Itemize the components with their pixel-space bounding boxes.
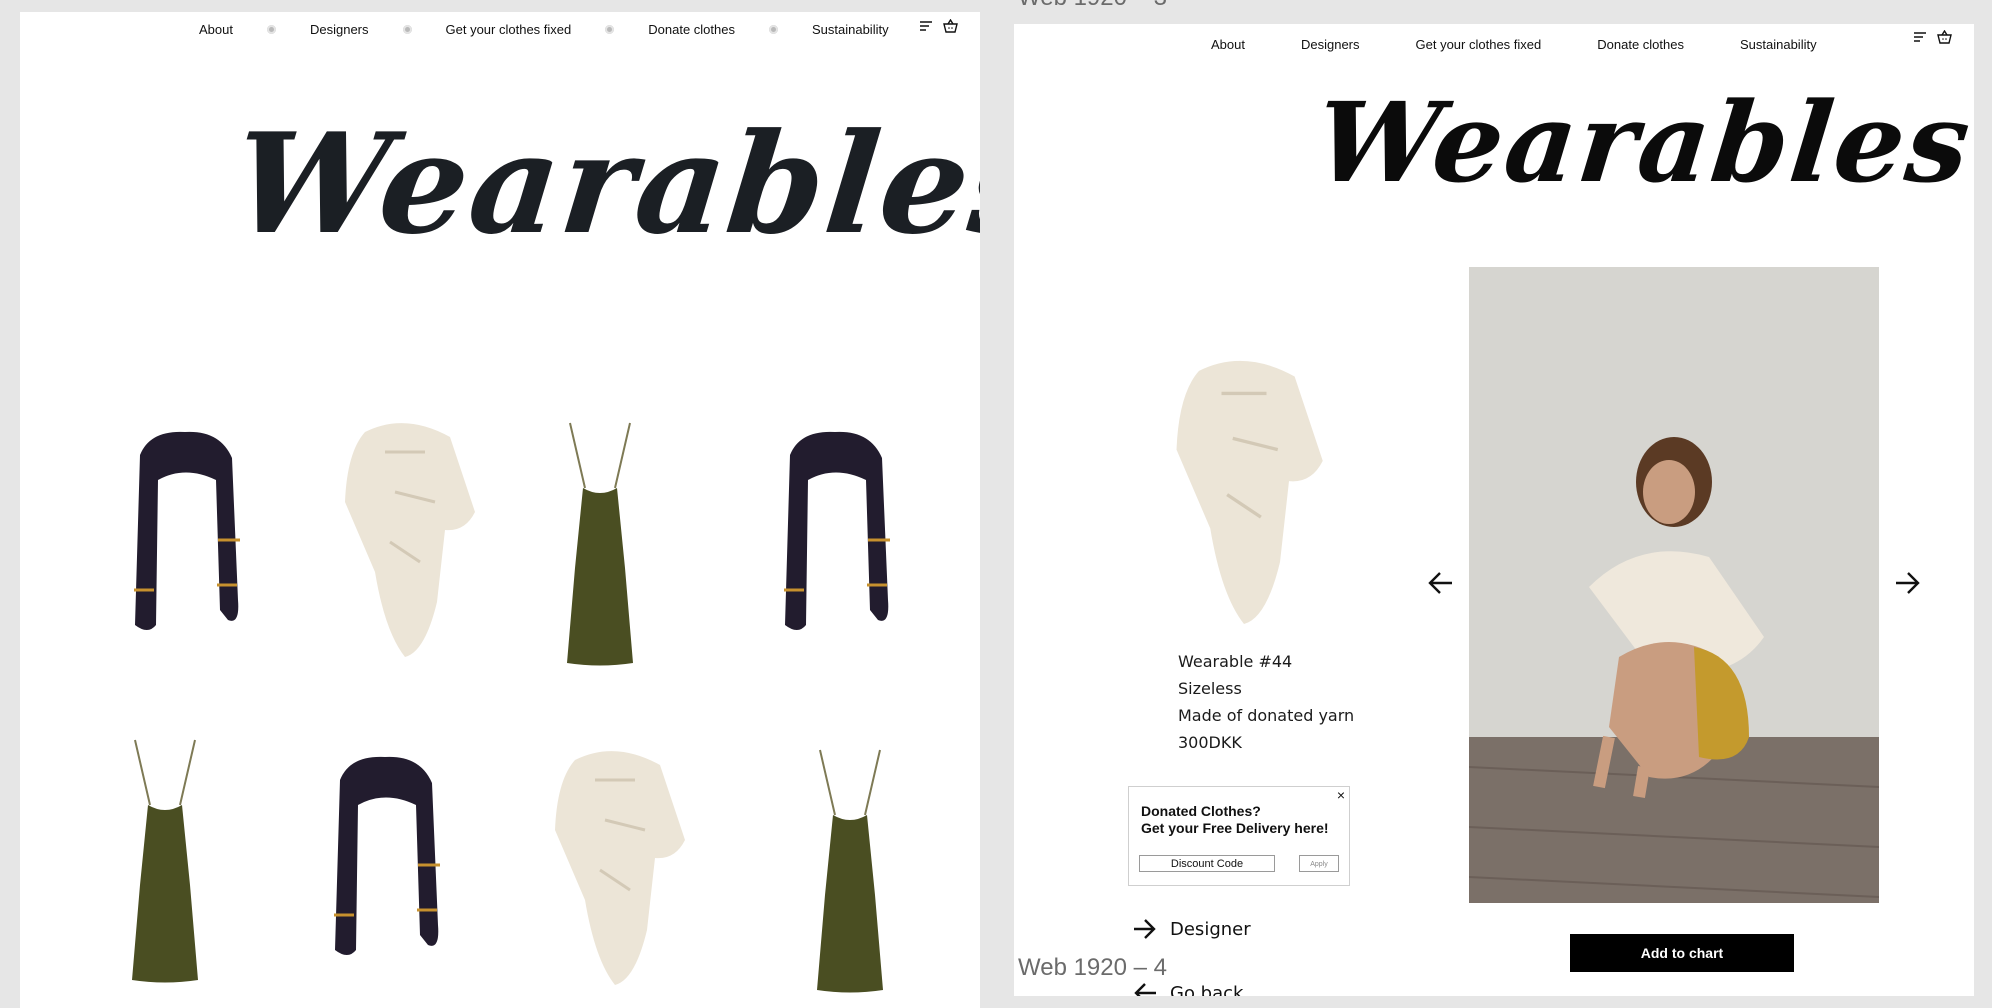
menu-icon[interactable] bbox=[919, 20, 933, 32]
product-size: Sizeless bbox=[1178, 679, 1242, 698]
nav-designers[interactable]: Designers bbox=[310, 22, 369, 37]
close-icon[interactable]: × bbox=[1337, 787, 1345, 803]
nav-about[interactable]: About bbox=[199, 22, 233, 37]
frame-label-bottom: Web 1920 – 4 bbox=[1018, 954, 1168, 981]
header-icons bbox=[1913, 30, 1952, 44]
designer-link-label: Designer bbox=[1170, 918, 1251, 940]
product-dress[interactable] bbox=[110, 735, 220, 985]
product-detail-frame: About Designers Get your clothes fixed D… bbox=[1014, 24, 1974, 996]
nav-donate[interactable]: Donate clothes bbox=[648, 22, 735, 37]
discount-code-input[interactable]: Discount Code bbox=[1139, 855, 1275, 872]
frame-label-top: Web 1920 – 3 bbox=[1018, 0, 1167, 10]
product-material: Made of donated yarn bbox=[1178, 706, 1355, 725]
apply-button[interactable]: Apply bbox=[1299, 855, 1339, 872]
basket-icon[interactable] bbox=[943, 19, 958, 33]
listing-page-frame: About Designers Get your clothes fixed D… bbox=[20, 12, 980, 1008]
nav-separator-dot bbox=[605, 25, 615, 34]
nav-separator-dot bbox=[768, 25, 778, 34]
popup-title-line2: Get your Free Delivery here! bbox=[1141, 820, 1329, 836]
menu-icon[interactable] bbox=[1913, 31, 1927, 43]
wearables-logo: Wearables bbox=[226, 102, 980, 265]
arrow-right-icon bbox=[1134, 919, 1156, 939]
model-photo bbox=[1469, 267, 1879, 903]
product-scarf[interactable] bbox=[770, 420, 900, 640]
popup-title-line1: Donated Clothes? bbox=[1141, 803, 1261, 819]
basket-icon[interactable] bbox=[1937, 30, 1952, 44]
top-navigation: About Designers Get your clothes fixed D… bbox=[199, 22, 889, 37]
go-back-link-label: Go back bbox=[1170, 982, 1244, 997]
add-to-cart-button[interactable]: Add to chart bbox=[1570, 934, 1794, 972]
product-name: Wearable #44 bbox=[1178, 652, 1293, 671]
top-navigation: About Designers Get your clothes fixed D… bbox=[1211, 37, 1873, 52]
product-dress[interactable] bbox=[795, 745, 905, 995]
popup-title: Donated Clothes? Get your Free Delivery … bbox=[1141, 803, 1329, 837]
product-scarf[interactable] bbox=[320, 745, 450, 965]
nav-clothes-fixed[interactable]: Get your clothes fixed bbox=[1416, 37, 1542, 52]
go-back-link[interactable]: Go back bbox=[1132, 982, 1243, 996]
nav-separator-dot bbox=[266, 25, 276, 34]
product-scarf[interactable] bbox=[120, 420, 250, 640]
discount-popup: × Donated Clothes? Get your Free Deliver… bbox=[1128, 786, 1350, 886]
nav-donate[interactable]: Donate clothes bbox=[1597, 37, 1684, 52]
wearables-logo: Wearables bbox=[1310, 78, 1974, 207]
product-dress[interactable] bbox=[545, 418, 655, 668]
next-arrow-icon[interactable] bbox=[1894, 570, 1922, 596]
product-price: 300DKK bbox=[1178, 733, 1242, 752]
nav-clothes-fixed[interactable]: Get your clothes fixed bbox=[446, 22, 572, 37]
product-knit-top[interactable] bbox=[325, 412, 485, 662]
header-icons bbox=[919, 19, 958, 33]
arrow-left-icon bbox=[1134, 983, 1156, 996]
prev-arrow-icon[interactable] bbox=[1426, 570, 1454, 596]
nav-sustainability[interactable]: Sustainability bbox=[812, 22, 889, 37]
product-knit-top[interactable] bbox=[535, 740, 695, 990]
product-thumbnail bbox=[1176, 360, 1323, 624]
nav-designers[interactable]: Designers bbox=[1301, 37, 1360, 52]
nav-sustainability[interactable]: Sustainability bbox=[1740, 37, 1817, 52]
designer-link[interactable]: Designer bbox=[1132, 918, 1251, 940]
product-info: Wearable #44 Sizeless Made of donated ya… bbox=[1178, 648, 1354, 756]
nav-separator-dot bbox=[402, 25, 412, 34]
nav-about[interactable]: About bbox=[1211, 37, 1245, 52]
